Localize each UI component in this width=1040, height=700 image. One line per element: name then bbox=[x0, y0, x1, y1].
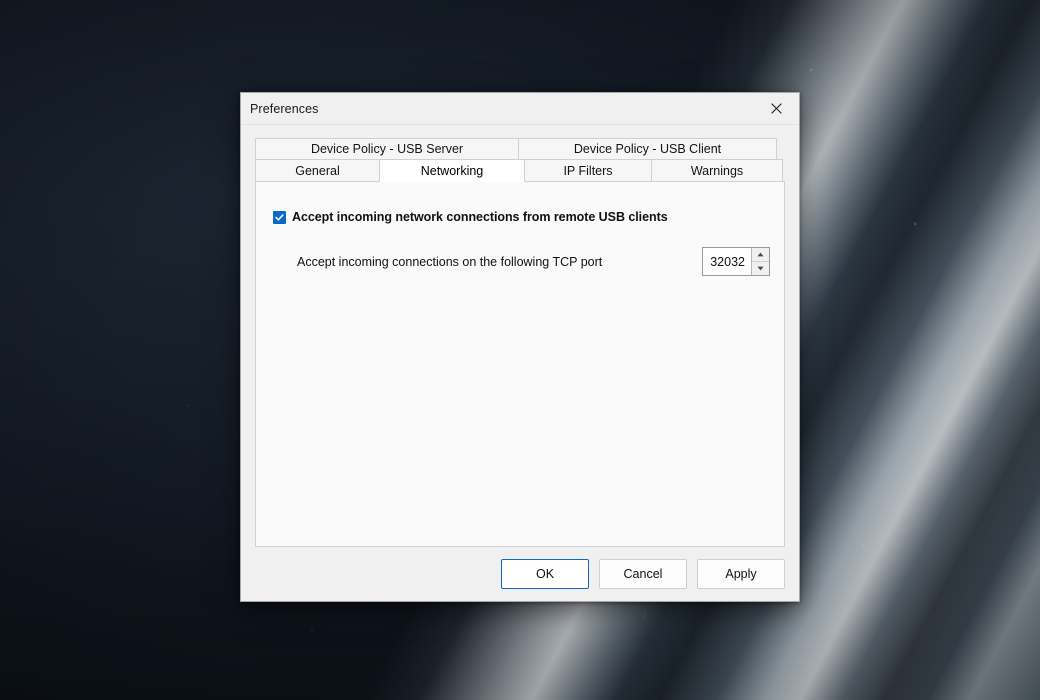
tcp-port-spin-arrows bbox=[751, 248, 769, 275]
apply-button[interactable]: Apply bbox=[697, 559, 785, 589]
tcp-port-input[interactable]: 32032 bbox=[703, 248, 751, 275]
tab-label: Device Policy - USB Client bbox=[573, 142, 722, 156]
tab-label: Warnings bbox=[690, 163, 744, 178]
cancel-button[interactable]: Cancel bbox=[599, 559, 687, 589]
close-icon bbox=[771, 103, 782, 114]
tcp-port-row: Accept incoming connections on the follo… bbox=[256, 247, 784, 276]
accept-connections-checkbox[interactable] bbox=[273, 210, 286, 224]
triangle-up-icon bbox=[757, 252, 764, 257]
tab-row-top: Device Policy - USB Server Device Policy… bbox=[255, 138, 785, 160]
tab-networking[interactable]: Networking bbox=[379, 159, 525, 182]
tab-container: Device Policy - USB Server Device Policy… bbox=[241, 125, 799, 547]
preferences-dialog: Preferences Device Policy - USB Server D… bbox=[240, 92, 800, 602]
close-button[interactable] bbox=[754, 94, 799, 124]
checkmark-icon bbox=[275, 213, 284, 222]
tab-label: Networking bbox=[420, 163, 484, 178]
tcp-port-label: Accept incoming connections on the follo… bbox=[297, 254, 603, 269]
tcp-port-decrement-button[interactable] bbox=[752, 262, 769, 275]
tab-ip-filters[interactable]: IP Filters bbox=[524, 159, 652, 182]
dialog-titlebar: Preferences bbox=[241, 93, 799, 125]
tcp-port-spinbox[interactable]: 32032 bbox=[702, 247, 770, 276]
tab-general[interactable]: General bbox=[255, 159, 380, 182]
tab-warnings[interactable]: Warnings bbox=[651, 159, 783, 182]
tab-row-bottom: General Networking IP Filters Warnings bbox=[255, 159, 785, 182]
tab-device-policy-usb-server[interactable]: Device Policy - USB Server bbox=[255, 138, 519, 160]
tcp-port-increment-button[interactable] bbox=[752, 248, 769, 262]
tab-label: General bbox=[295, 163, 340, 178]
dialog-title: Preferences bbox=[250, 101, 319, 116]
accept-connections-label: Accept incoming network connections from… bbox=[292, 210, 668, 224]
dialog-footer: OK Cancel Apply bbox=[241, 547, 799, 601]
tab-label: Device Policy - USB Server bbox=[310, 142, 464, 156]
triangle-down-icon bbox=[757, 266, 764, 271]
ok-button[interactable]: OK bbox=[501, 559, 589, 589]
tab-device-policy-usb-client[interactable]: Device Policy - USB Client bbox=[518, 138, 777, 160]
accept-connections-row: Accept incoming network connections from… bbox=[273, 210, 784, 224]
tab-strip: Device Policy - USB Server Device Policy… bbox=[255, 138, 785, 182]
tab-label: IP Filters bbox=[563, 163, 613, 178]
networking-tab-page: Accept incoming network connections from… bbox=[255, 181, 785, 547]
